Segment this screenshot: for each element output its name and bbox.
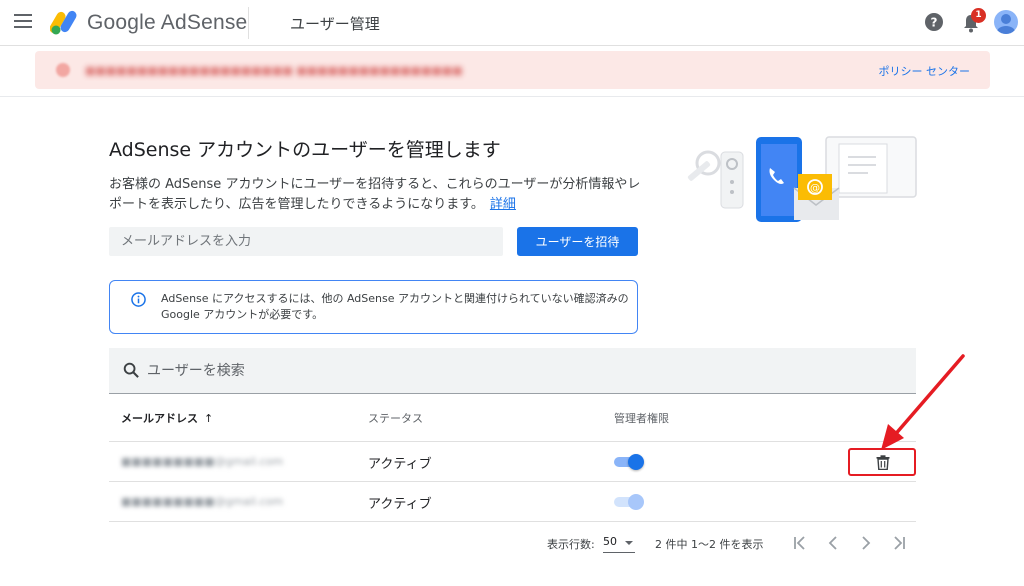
table-row: ■■■■■■■■■@gmail.com アクティブ: [109, 482, 916, 522]
user-status: アクティブ: [368, 497, 432, 512]
section-description: お客様の AdSense アカウントにユーザーを招待すると、これらのユーザーが分…: [109, 175, 649, 215]
alert-icon: [56, 63, 70, 77]
column-header-status: ステータス: [368, 412, 423, 425]
table-row: ■■■■■■■■■@gmail.com アクティブ: [109, 442, 916, 482]
email-input[interactable]: [109, 227, 503, 256]
column-header-email-label: メールアドレス: [121, 412, 198, 425]
invite-user-button[interactable]: ユーザーを招待: [517, 227, 638, 256]
first-page-icon[interactable]: [791, 534, 809, 552]
user-management-illustration: @: [687, 136, 917, 222]
user-email: ■■■■■■■■■@gmail.com: [121, 495, 284, 508]
account-icon: [997, 14, 1015, 34]
section-divider: [0, 96, 1024, 97]
pagination-range: 2 件中 1～2 件を表示: [655, 538, 764, 551]
learn-more-link[interactable]: 詳細: [490, 197, 516, 212]
toggle-thumb: [628, 494, 644, 510]
user-status: アクティブ: [368, 457, 432, 472]
keys-illustration: [687, 150, 744, 209]
header-divider: [248, 7, 249, 39]
info-icon: [131, 292, 146, 307]
notification-badge: 1: [971, 8, 986, 23]
alert-text: ■■■■■■■■■■■■■■■■■■■■ ■■■■■■■■■■■■■■■■: [85, 64, 463, 77]
search-icon: [123, 362, 139, 378]
policy-alert-banner: ■■■■■■■■■■■■■■■■■■■■ ■■■■■■■■■■■■■■■■ ポリ…: [35, 51, 990, 89]
brand-name: Google AdSense: [87, 11, 248, 34]
menu-icon[interactable]: [14, 14, 32, 28]
next-page-icon[interactable]: [857, 534, 875, 552]
rows-per-page-value: 50: [603, 535, 617, 548]
admin-toggle: [614, 494, 644, 510]
section-heading: AdSense アカウントのユーザーを管理します: [109, 139, 501, 161]
rows-per-page-select[interactable]: 50: [603, 533, 635, 553]
document-panel: [825, 136, 917, 198]
dropdown-caret-icon: [625, 541, 633, 545]
policy-center-link[interactable]: ポリシー センター: [879, 63, 971, 79]
column-header-admin: 管理者権限: [614, 412, 669, 425]
admin-toggle[interactable]: [614, 454, 644, 470]
last-page-icon[interactable]: [890, 534, 908, 552]
user-table: メールアドレス ↑ ステータス 管理者権限 ■■■■■■■■■@gmail.com…: [109, 348, 916, 562]
user-email: ■■■■■■■■■@gmail.com: [121, 455, 284, 468]
column-header-email[interactable]: メールアドレス ↑: [121, 410, 213, 426]
top-bar: Google AdSense ユーザー管理 ? 1: [0, 0, 1024, 46]
sort-ascending-icon: ↑: [204, 412, 214, 425]
previous-page-icon[interactable]: [824, 534, 842, 552]
user-search-bar: [109, 348, 916, 394]
table-header: メールアドレス ↑ ステータス 管理者権限: [109, 394, 916, 442]
description-text: お客様の AdSense アカウントにユーザーを招待すると、これらのユーザーが分…: [109, 177, 641, 212]
delete-user-button[interactable]: [848, 448, 916, 476]
rows-per-page-label: 表示行数:: [547, 538, 595, 551]
trash-icon: [876, 455, 890, 470]
toggle-thumb: [628, 454, 644, 470]
avatar[interactable]: [994, 10, 1018, 34]
info-notice: AdSense にアクセスするには、他の AdSense アカウントと関連付けら…: [109, 280, 638, 334]
adsense-logo-icon: [50, 10, 77, 35]
table-footer: 表示行数: 50 2 件中 1～2 件を表示: [109, 522, 916, 562]
info-text: AdSense にアクセスするには、他の AdSense アカウントと関連付けら…: [161, 292, 629, 321]
page-title: ユーザー管理: [290, 15, 380, 33]
user-search-input[interactable]: [147, 357, 847, 385]
svg-text:?: ?: [931, 16, 938, 30]
help-icon[interactable]: ?: [925, 13, 943, 31]
svg-text:@: @: [810, 183, 820, 194]
